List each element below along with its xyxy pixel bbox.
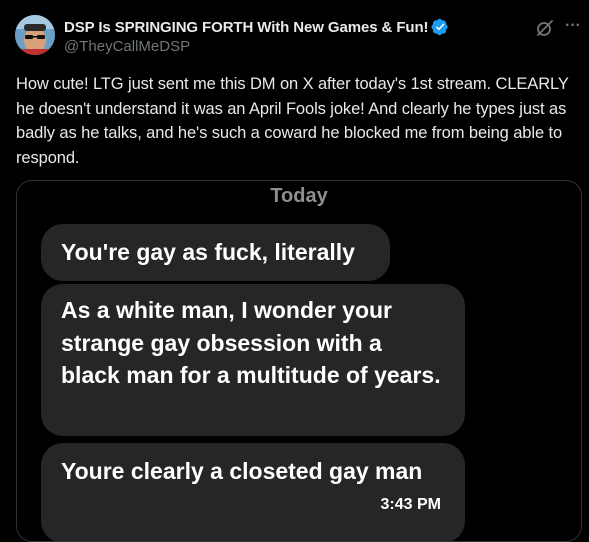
message-text: Youre clearly a closeted gay man xyxy=(61,458,423,484)
message-text: You're gay as fuck, literally xyxy=(61,239,355,265)
more-options-icon[interactable]: ··· xyxy=(563,18,583,38)
display-name[interactable]: DSP Is SPRINGING FORTH With New Games & … xyxy=(64,19,429,36)
user-handle[interactable]: @TheyCallMeDSP xyxy=(64,38,190,55)
avatar[interactable] xyxy=(15,15,55,55)
attached-screenshot[interactable]: Today You're gay as fuck, literally As a… xyxy=(16,180,582,542)
message-timestamp: 3:43 PM xyxy=(380,496,441,513)
message-bubble: Youre clearly a closeted gay man 3:43 PM xyxy=(41,443,465,541)
grok-icon[interactable] xyxy=(535,18,555,38)
post-text: How cute! LTG just sent me this DM on X … xyxy=(16,75,569,167)
message-bubble: You're gay as fuck, literally xyxy=(41,224,390,281)
message-text: As a white man, I wonder your strange ga… xyxy=(61,297,441,388)
author-name-row: DSP Is SPRINGING FORTH With New Games & … xyxy=(64,17,449,37)
message-bubble: As a white man, I wonder your strange ga… xyxy=(41,284,465,436)
dm-day-label: Today xyxy=(270,185,328,207)
verified-badge-icon[interactable] xyxy=(431,18,449,36)
